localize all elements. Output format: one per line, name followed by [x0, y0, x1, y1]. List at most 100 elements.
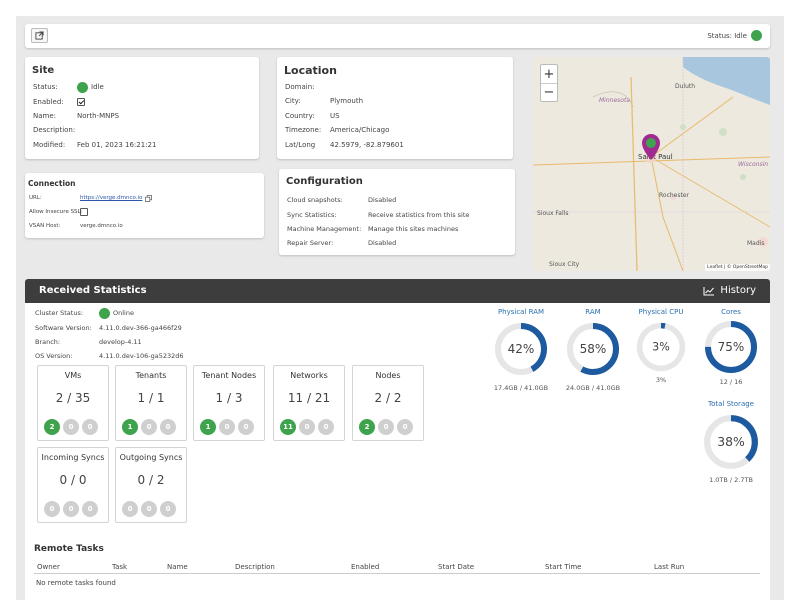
tile-badge-error: 0: [82, 419, 98, 435]
map-label-sioux-city: Sioux City: [549, 261, 580, 268]
gauge-title: Cores: [721, 308, 741, 316]
branch-value: develop-4.11: [99, 338, 142, 346]
os-version-label: OS Version:: [35, 352, 73, 360]
branch-label: Branch:: [35, 338, 61, 346]
column-header[interactable]: Start Time: [545, 563, 581, 571]
column-header[interactable]: Start Date: [438, 563, 474, 571]
config-row: Sync Statistics: Receive statistics from…: [287, 211, 469, 219]
configuration-card: Configuration Cloud snapshots: Disabled …: [279, 169, 515, 255]
location-country-value: US: [330, 112, 340, 120]
stat-tile-incoming-syncs[interactable]: Incoming Syncs 0 / 0 0 0 0: [37, 447, 109, 523]
map-zoom-control: + −: [540, 64, 558, 102]
stat-tile-outgoing-syncs[interactable]: Outgoing Syncs 0 / 2 0 0 0: [115, 447, 187, 523]
stat-tile-vms[interactable]: VMs 2 / 35 2 0 0: [37, 365, 109, 441]
os-version-row: OS Version: 4.11.0.dev-106-ga5232d6: [35, 352, 184, 360]
stat-tile-nodes[interactable]: Nodes 2 / 2 2 0 0: [352, 365, 424, 441]
tile-badge-running: 0: [122, 501, 138, 517]
stat-tile-tenant-nodes[interactable]: Tenant Nodes 1 / 3 1 0 0: [193, 365, 265, 441]
connection-url-row: URL: https://verge.dmnco.io: [29, 194, 153, 202]
zoom-out-button[interactable]: −: [541, 83, 557, 101]
stat-tile-tenants[interactable]: Tenants 1 / 1 1 0 0: [115, 365, 187, 441]
gauge-ring: 3%: [636, 322, 686, 372]
column-header[interactable]: Name: [167, 563, 188, 571]
config-row: Machine Management: Manage this sites ma…: [287, 225, 458, 233]
site-enabled-label: Enabled:: [33, 98, 64, 106]
column-header[interactable]: Enabled: [351, 563, 379, 571]
tile-badge-warning: 0: [141, 501, 157, 517]
tile-badge-warning: 0: [141, 419, 157, 435]
map-marker-icon[interactable]: [642, 134, 660, 160]
connection-title: Connection: [28, 179, 76, 188]
gauge-percent: 38%: [717, 434, 745, 449]
tile-title: Incoming Syncs: [41, 453, 105, 462]
config-value: Receive statistics from this site: [368, 211, 470, 219]
gauge-title: Physical CPU: [638, 308, 684, 316]
tile-title: VMs: [64, 371, 82, 380]
gauge-sub: 1.0TB / 2.7TB: [709, 476, 753, 484]
connection-vsan-value: verge.dmnco.io: [80, 223, 123, 229]
os-version-value: 4.11.0.dev-106-ga5232d6: [99, 352, 184, 360]
tile-count: 2 / 35: [55, 391, 91, 405]
site-enabled-checkbox[interactable]: [77, 98, 85, 106]
location-city-row: City: Plymouth: [285, 97, 363, 105]
page: Status: Idle Site Status: Idle Enabled: …: [16, 16, 784, 600]
connection-insecure-checkbox[interactable]: [80, 208, 88, 216]
gauge-ring: 58%: [567, 323, 619, 375]
location-country-row: Country: US: [285, 112, 340, 120]
gauge-ring: 38%: [704, 415, 758, 469]
gauge-percent: 58%: [580, 342, 607, 356]
stats-body: Cluster Status: Online Software Version:…: [25, 303, 770, 600]
map-label-sioux-falls: Sioux Falls: [537, 210, 569, 217]
gauge-title: Total Storage: [708, 400, 754, 408]
tile-badge-warning: 0: [299, 419, 315, 435]
site-status-row: Status: Idle: [33, 81, 104, 93]
tile-count: 0 / 2: [137, 473, 165, 487]
tile-badge-running: 2: [359, 419, 375, 435]
site-status-label: Status:: [33, 83, 58, 91]
location-city-label: City:: [285, 97, 301, 105]
top-status-label: Status: Idle: [707, 31, 747, 40]
location-domain-label: Domain:: [285, 83, 315, 91]
site-name-label: Name:: [33, 112, 57, 120]
zoom-in-button[interactable]: +: [541, 65, 557, 83]
tile-count: 11 / 21: [287, 391, 331, 405]
column-header[interactable]: Description: [235, 563, 275, 571]
map-tiles: [533, 57, 770, 271]
tile-badge-error: 0: [82, 501, 98, 517]
tile-badge-warning: 0: [63, 419, 79, 435]
config-value: Disabled: [368, 196, 397, 204]
location-domain-row: Domain:: [285, 83, 315, 91]
tile-title: Tenants: [135, 371, 167, 380]
remote-tasks-empty: No remote tasks found: [36, 579, 116, 587]
config-label: Repair Server:: [287, 239, 334, 247]
tile-badge-error: 0: [160, 501, 176, 517]
column-header[interactable]: Last Run: [654, 563, 684, 571]
tile-badge-error: 0: [160, 419, 176, 435]
column-header[interactable]: Owner: [37, 563, 60, 571]
gauge-percent: 42%: [508, 342, 535, 356]
cluster-status-dot: [99, 307, 110, 319]
config-label: Machine Management:: [287, 225, 362, 233]
connection-url-link[interactable]: https://verge.dmnco.io: [80, 195, 142, 201]
tile-badge-error: 0: [318, 419, 334, 435]
connection-insecure-label: Allow Insecure SSL:: [29, 209, 83, 215]
copy-icon[interactable]: [145, 194, 153, 202]
map-label-duluth: Duluth: [675, 83, 696, 90]
open-external-button[interactable]: [31, 28, 48, 43]
external-link-icon: [35, 31, 44, 40]
stat-tile-networks[interactable]: Networks 11 / 21 11 0 0: [273, 365, 345, 441]
map-attribution[interactable]: Leaflet | © OpenStreetMap: [705, 264, 770, 271]
cluster-status-value: Online: [113, 309, 134, 317]
location-map[interactable]: + − Duluth Minnesota Saint Paul Wisconsi…: [533, 57, 770, 271]
history-button[interactable]: History: [703, 285, 756, 296]
site-title: Site: [32, 65, 55, 76]
column-header[interactable]: Task: [112, 563, 127, 571]
branch-row: Branch: develop-4.11: [35, 338, 142, 346]
site-status-value: Idle: [91, 83, 104, 91]
location-country-label: Country:: [285, 112, 315, 120]
cluster-status-row: Cluster Status: Online: [35, 307, 134, 319]
config-label: Sync Statistics:: [287, 211, 337, 219]
map-label-rochester: Rochester: [659, 192, 689, 199]
tile-count: 0 / 0: [59, 473, 87, 487]
site-description-label: Description:: [33, 126, 76, 134]
